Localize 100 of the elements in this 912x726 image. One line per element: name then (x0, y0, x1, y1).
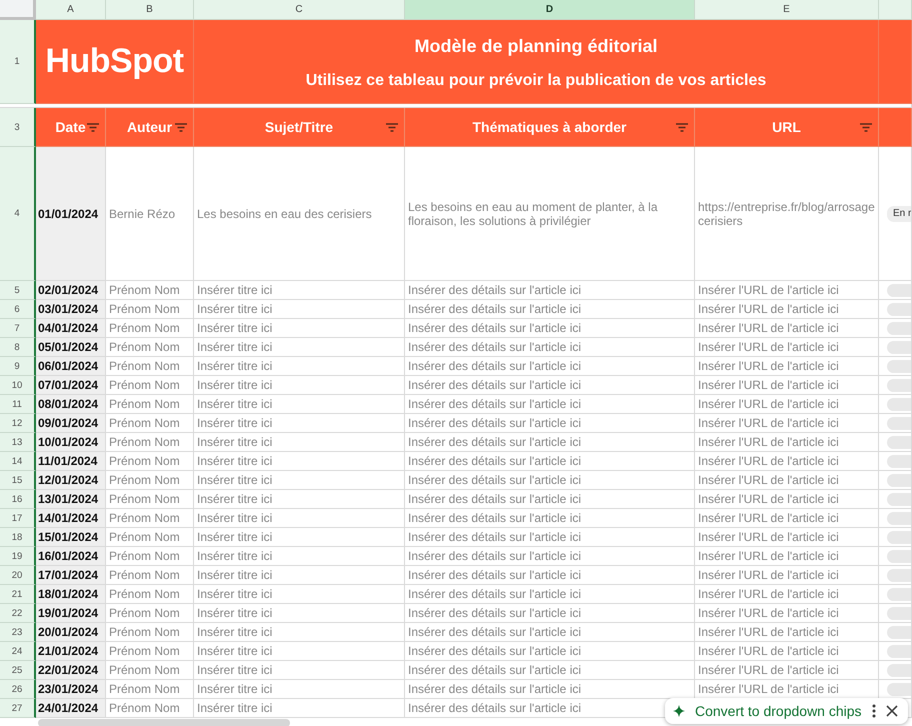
table-cell: Insérer titre ici (194, 680, 405, 699)
table-cell: Prénom Nom (106, 357, 194, 376)
table-cell: 13/01/2024 (36, 490, 106, 509)
row-number[interactable]: 7 (0, 319, 36, 338)
column-header[interactable]: B (106, 0, 194, 20)
table-cell: Prénom Nom (106, 585, 194, 604)
table-cell: Insérer des détails sur l'article ici (405, 642, 695, 661)
filter-icon[interactable] (860, 123, 872, 132)
table-cell: Bernie Rézo (106, 147, 194, 281)
table-cell: 15/01/2024 (36, 528, 106, 547)
row-number[interactable]: 27 (0, 699, 36, 718)
table-cell: Prénom Nom (106, 471, 194, 490)
table-cell: Prénom Nom (106, 528, 194, 547)
convert-chips-link[interactable]: Convert to dropdown chips (695, 703, 862, 719)
table-cell: Insérer des détails sur l'article ici (405, 395, 695, 414)
table-cell: Insérer des détails sur l'article ici (405, 376, 695, 395)
table-cell: Insérer des détails sur l'article ici (405, 433, 695, 452)
table-cell: 20/01/2024 (36, 623, 106, 642)
table-cell: Prénom Nom (106, 699, 194, 718)
filter-icon[interactable] (386, 123, 398, 132)
table-cell: Insérer l'URL de l'article ici (695, 604, 879, 623)
table-cell: Prénom Nom (106, 623, 194, 642)
table-cell: Insérer des détails sur l'article ici (405, 490, 695, 509)
select-all-corner[interactable] (0, 0, 36, 20)
table-cell: Les besoins en eau des cerisiers (194, 147, 405, 281)
table-cell: 21/01/2024 (36, 642, 106, 661)
table-cell: https://entreprise.fr/blog/arrosage cerisiers (695, 147, 879, 281)
table-cell: Prénom Nom (106, 680, 194, 699)
column-title: Thématiques à aborder (472, 119, 627, 135)
row-number[interactable]: 15 (0, 471, 36, 490)
column-header[interactable]: E (695, 0, 879, 20)
status-chip[interactable]: En r (887, 206, 911, 222)
close-icon[interactable] (886, 705, 898, 717)
table-cell: 16/01/2024 (36, 547, 106, 566)
table-cell: Insérer l'URL de l'article ici (695, 566, 879, 585)
row-number[interactable]: 10 (0, 376, 36, 395)
column-header[interactable]: D (405, 0, 695, 20)
more-icon[interactable] (872, 704, 876, 718)
filter-icon[interactable] (175, 123, 187, 132)
table-cell: 08/01/2024 (36, 395, 106, 414)
row-number[interactable]: 17 (0, 509, 36, 528)
table-cell: Insérer l'URL de l'article ici (695, 319, 879, 338)
table-cell: Prénom Nom (106, 376, 194, 395)
table-cell: Insérer titre ici (194, 528, 405, 547)
scroll-thumb[interactable] (38, 719, 290, 726)
row-number[interactable]: 13 (0, 433, 36, 452)
logo: HubSpot (36, 20, 194, 104)
table-cell: Insérer l'URL de l'article ici (695, 414, 879, 433)
row-number[interactable]: 16 (0, 490, 36, 509)
table-cell: 19/01/2024 (36, 604, 106, 623)
row-number[interactable]: 3 (0, 108, 36, 147)
row-number[interactable]: 9 (0, 357, 36, 376)
table-cell: Insérer des détails sur l'article ici (405, 452, 695, 471)
table-cell: Insérer l'URL de l'article ici (695, 661, 879, 680)
row-number[interactable]: 4 (0, 147, 36, 281)
table-cell: 12/01/2024 (36, 471, 106, 490)
table-cell: Insérer l'URL de l'article ici (695, 547, 879, 566)
table-cell: Insérer titre ici (194, 319, 405, 338)
row-number[interactable]: 21 (0, 585, 36, 604)
table-cell: Prénom Nom (106, 604, 194, 623)
table-cell: Insérer titre ici (194, 509, 405, 528)
row-number[interactable]: 5 (0, 281, 36, 300)
column-header[interactable]: C (194, 0, 405, 20)
table-cell: Insérer des détails sur l'article ici (405, 566, 695, 585)
table-cell: Prénom Nom (106, 433, 194, 452)
row-number[interactable]: 14 (0, 452, 36, 471)
row-number[interactable]: 19 (0, 547, 36, 566)
row-number[interactable]: 11 (0, 395, 36, 414)
row-number[interactable]: 22 (0, 604, 36, 623)
row-number[interactable]: 25 (0, 661, 36, 680)
row-number[interactable]: 1 (0, 20, 36, 104)
row-number[interactable]: 26 (0, 680, 36, 699)
column-header[interactable] (879, 0, 912, 20)
row-number[interactable]: 12 (0, 414, 36, 433)
table-cell: Les besoins en eau au moment de planter, à la floraison, les solutions à privilégier (405, 147, 695, 281)
table-cell: Prénom Nom (106, 338, 194, 357)
row-number[interactable]: 20 (0, 566, 36, 585)
sparkle-icon (673, 705, 685, 717)
column-title: Auteur (126, 119, 172, 135)
table-cell: 03/01/2024 (36, 300, 106, 319)
table-cell: Insérer titre ici (194, 338, 405, 357)
row-number[interactable]: 6 (0, 300, 36, 319)
filter-icon[interactable] (87, 123, 99, 132)
filter-icon[interactable] (676, 123, 688, 132)
table-cell: Prénom Nom (106, 281, 194, 300)
table-cell: Insérer l'URL de l'article ici (695, 395, 879, 414)
table-cell: Prénom Nom (106, 509, 194, 528)
table-cell: Insérer l'URL de l'article ici (695, 376, 879, 395)
table-cell: Insérer des détails sur l'article ici (405, 661, 695, 680)
row-number[interactable]: 18 (0, 528, 36, 547)
table-cell: Insérer titre ici (194, 357, 405, 376)
row-number[interactable]: 8 (0, 338, 36, 357)
table-cell: Insérer titre ici (194, 452, 405, 471)
column-title: Date (55, 119, 86, 135)
table-cell: Insérer des détails sur l'article ici (405, 357, 695, 376)
table-cell: Insérer l'URL de l'article ici (695, 433, 879, 452)
column-header[interactable]: A (36, 0, 106, 20)
table-cell: Insérer titre ici (194, 547, 405, 566)
row-number[interactable]: 23 (0, 623, 36, 642)
row-number[interactable]: 24 (0, 642, 36, 661)
